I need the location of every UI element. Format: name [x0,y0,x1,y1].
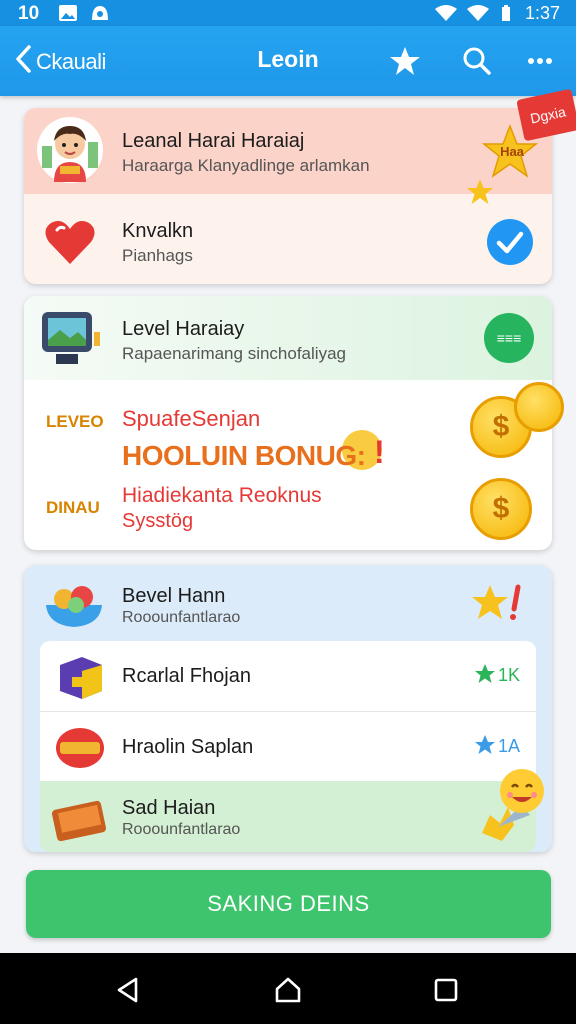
app-bar: Ckauali Leoin [0,26,576,96]
list-item[interactable]: Rcarlal Fhojan 1K [40,641,536,711]
profile-subtitle: Haraarga Klanyadlinge arlamkan [122,156,370,175]
more-icon [528,58,552,64]
list-item-title: Rcarlal Fhojan [122,665,251,687]
bowl-icon [42,579,106,634]
star-icon [390,47,420,75]
tv-icon [38,308,102,375]
bonus-headline: HOOLUIN BONUG: [122,440,366,471]
ticket-icon [50,791,110,848]
signal-icon [466,4,490,27]
nav-home-icon [275,977,301,1003]
system-nav-bar [0,953,576,1024]
status-time-left: 10 [18,3,40,24]
level-card: Level Haraiay Rapaenarimang sinchofaliya… [24,296,564,550]
coin-symbol-2: $ [492,492,510,525]
list-item-subtitle: Rooounfantlarao [122,821,241,838]
nav-recents-button[interactable] [429,973,463,1007]
profile-card: Leanal Harai Haraiaj Haraarga Klanyadlin… [24,88,576,284]
status-bar: 10 1:37 [0,0,576,26]
coin-symbol-1: $ [492,410,510,443]
bonus-left-label-2: DINAU [46,498,100,517]
nav-back-icon [117,977,138,1003]
list-item-count: 1A [498,736,521,756]
list-item-title: Sad Haian [122,797,216,819]
status-time-right: 1:37 [524,3,560,23]
image-icon [58,4,78,27]
badge-icon [54,724,106,775]
favorite-subtitle: Pianhags [122,246,193,265]
app-icon [90,4,110,27]
primary-action-label: SAKING DEINS [207,891,370,916]
badge-star-label: Haa [500,144,524,159]
favorite-title: Knvalkn [122,220,194,242]
bonus-line-1: SpuafeSenjan [122,406,261,431]
list-header-title: Bevel Hann [122,585,226,607]
list-item-title: Hraolin Saplan [122,736,254,758]
list-header-subtitle: Rooounfantlarao [122,609,241,626]
list-card: Bevel Hann Rooounfantlarao Rcarlal Fhoja… [24,565,552,852]
profile-title: Leanal Harai Haraiaj [122,130,305,152]
favorite-button[interactable] [387,43,423,79]
green-star-icon [474,663,496,690]
list-item[interactable]: Hraolin Saplan 1A [40,711,536,781]
battery-icon [500,4,512,27]
avatar [36,116,104,189]
coin-icon-2: $ [470,478,532,540]
bonus-exclaim: ! [374,434,385,470]
blue-star-icon [474,734,496,761]
bonus-line-3: Hiadiekanta Reoknus [122,484,322,507]
nav-home-button[interactable] [271,973,305,1007]
level-row[interactable] [24,296,552,380]
list-item-count: 1K [498,665,521,685]
level-title: Level Haraiay [122,318,245,340]
bonus-left-label-1: LEVEO [46,412,104,431]
level-badge-label: ≡≡≡ [496,330,522,346]
more-button[interactable] [522,43,558,79]
coin-small-icon [514,382,564,432]
list-item[interactable]: Sad Haian Rooounfantlarao [40,769,544,852]
wifi-icon [434,4,458,27]
corner-tag-label: Dgxia [528,103,568,127]
level-badge: ≡≡≡ [484,313,534,363]
corner-tag: Dgxia [516,88,576,142]
box-icon [54,651,108,706]
nav-recents-icon [434,978,458,1002]
nav-back-button[interactable] [111,973,145,1007]
emoji-icon [478,767,544,852]
bonus-line-4: Sysstög [122,510,194,532]
level-subtitle: Rapaenarimang sinchofaliyag [122,344,346,363]
search-icon [463,47,491,75]
heart-icon [44,218,96,271]
primary-action-button[interactable]: SAKING DEINS [26,870,551,938]
search-button[interactable] [459,43,495,79]
check-icon[interactable] [486,218,534,271]
star-alert-icon [470,583,532,628]
favorite-row[interactable]: Knvalkn Pianhags [24,202,552,284]
